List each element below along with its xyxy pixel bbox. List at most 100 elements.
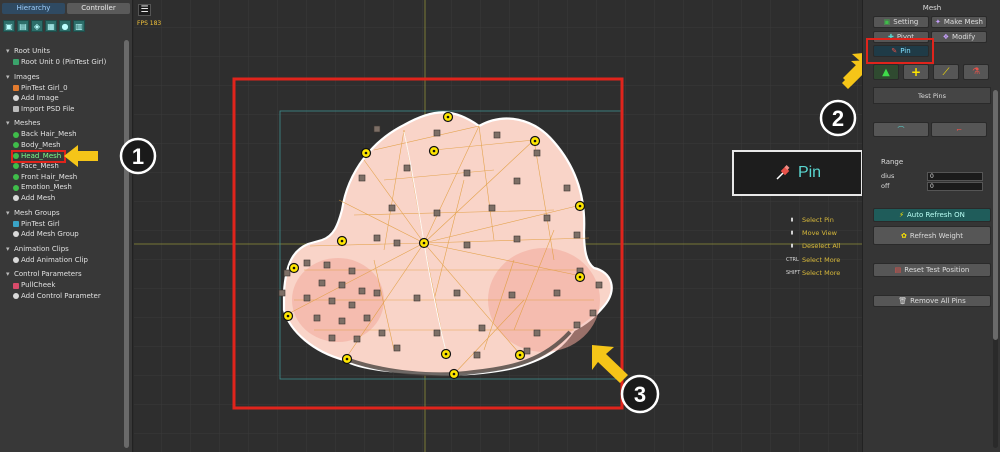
list-item[interactable]: PinTest Girl: [6, 219, 124, 230]
falloff-label: off: [881, 182, 890, 190]
cursor-icon: ▲: [882, 66, 890, 78]
tab-make-mesh[interactable]: ✦ Make Mesh: [931, 16, 987, 28]
lightning-icon: ⚡: [899, 211, 905, 219]
pin-callout: Pin: [732, 150, 862, 196]
radius-field[interactable]: 0: [927, 172, 983, 181]
list-item[interactable]: Add Control Parameter: [6, 291, 124, 302]
item-label: Emotion_Mesh: [21, 183, 72, 192]
weight-icon: ✿: [901, 231, 907, 240]
section-title[interactable]: Meshes: [6, 118, 124, 129]
mesh-editor-canvas[interactable]: 3 ☰ FPS 183 ▮ Select Pin ▮ Move View ▮ Dese…: [134, 0, 862, 452]
item-label: Add Mesh: [21, 193, 56, 202]
section-title[interactable]: Mesh Groups: [6, 208, 124, 219]
step-2-badge: 2: [819, 99, 857, 137]
list-item[interactable]: PinTest Girl_0: [6, 83, 124, 94]
item-label: Add Animation Clip: [21, 255, 88, 264]
list-item[interactable]: Root Unit 0 (PinTest Girl): [6, 57, 124, 68]
pin-tab-highlight: [866, 38, 934, 64]
tab-setting[interactable]: ▣ Setting: [873, 16, 929, 28]
list-item[interactable]: Import PSD File: [6, 104, 124, 115]
make-mesh-icon: ✦: [935, 18, 941, 26]
svg-text:3: 3: [634, 382, 646, 407]
tab-controller[interactable]: Controller: [67, 3, 130, 14]
test-pin-tool-button[interactable]: ⚗: [963, 64, 989, 80]
tab-modify[interactable]: ❖ Modify: [931, 31, 987, 43]
section-title[interactable]: Animation Clips: [6, 244, 124, 255]
menu-button[interactable]: ☰: [138, 4, 151, 16]
toggle-label: Auto Refresh ON: [907, 211, 965, 219]
list-item[interactable]: Emotion_Mesh: [6, 182, 124, 193]
section-title[interactable]: Root Units: [6, 46, 124, 57]
mouse-left-icon: ▮: [790, 216, 794, 223]
mesh-icon: [13, 142, 19, 149]
unit-filter-icon[interactable]: ▣: [3, 20, 15, 32]
remove-all-pins-button[interactable]: 🗑 Remove All Pins: [873, 295, 991, 307]
link-icon: ⟋: [942, 66, 950, 78]
param-filter-icon[interactable]: ▥: [73, 20, 85, 32]
legend-label: Move View: [802, 228, 837, 237]
list-item[interactable]: PullCheek: [6, 280, 124, 291]
link-pin-tool-button[interactable]: ⟋: [933, 64, 959, 80]
list-item[interactable]: Add Mesh: [6, 193, 124, 204]
mesh-icon: [13, 131, 19, 138]
test-pins-button[interactable]: Test Pins: [873, 87, 991, 104]
section-title[interactable]: Images: [6, 72, 124, 83]
pin-callout-label: Pin: [797, 164, 822, 181]
section-root-units: Root Units Root Unit 0 (PinTest Girl): [6, 46, 124, 68]
item-label: Import PSD File: [21, 104, 75, 113]
tab-label: Setting: [893, 18, 919, 26]
add-icon: [13, 195, 19, 202]
reset-test-position-button[interactable]: ▤ Reset Test Position: [873, 263, 991, 277]
list-item[interactable]: Add Image: [6, 93, 124, 104]
auto-refresh-toggle[interactable]: ⚡ Auto Refresh ON: [873, 208, 991, 222]
linear-tangent-button[interactable]: ⌐: [931, 122, 987, 137]
image-filter-icon[interactable]: ▤: [17, 20, 29, 32]
param-icon: [13, 282, 19, 289]
scrollbar-thumb[interactable]: [993, 90, 998, 340]
tab-label: Modify: [952, 33, 976, 41]
list-item[interactable]: Add Animation Clip: [6, 255, 124, 266]
hierarchy-scrollbar[interactable]: [124, 40, 129, 448]
legend-row: ▮ Move View: [786, 226, 840, 239]
animation-filter-icon[interactable]: ●: [59, 20, 71, 32]
falloff-field[interactable]: 0: [927, 182, 983, 191]
button-label: Reset Test Position: [904, 266, 970, 274]
item-label: PullCheek: [21, 281, 56, 290]
select-tool-button[interactable]: ▲: [873, 64, 899, 80]
section-title[interactable]: Control Parameters: [6, 269, 124, 280]
curve-tangent-button[interactable]: ⌒: [873, 122, 929, 137]
mesh-inspector-panel: Mesh ▣ Setting ✦ Make Mesh ✚ Pivot ❖ Modify …: [862, 0, 1000, 452]
refresh-weight-button[interactable]: ✿ Refresh Weight: [873, 226, 991, 245]
legend-row: SHIFT Select More: [786, 266, 840, 279]
list-item[interactable]: Back Hair_Mesh: [6, 129, 124, 140]
legend-label: Select More: [802, 255, 841, 264]
flask-icon: ⚗: [971, 67, 981, 77]
hierarchy-toolbar: ▣ ▤ ◈ ▦ ● ▥ ⇅: [3, 20, 147, 32]
reset-icon: ▤: [894, 266, 902, 274]
list-item[interactable]: Add Mesh Group: [6, 229, 124, 240]
legend-label: Select More: [802, 268, 841, 277]
group-filter-icon[interactable]: ▦: [45, 20, 57, 32]
section-mesh-groups: Mesh Groups PinTest Girl Add Mesh Group: [6, 208, 124, 240]
hierarchy-tree: Root Units Root Unit 0 (PinTest Girl) Im…: [6, 46, 124, 306]
add-pin-tool-button[interactable]: +: [903, 64, 929, 80]
canvas-viewport[interactable]: 3: [134, 0, 862, 452]
add-icon: [13, 293, 19, 300]
inspector-scrollbar[interactable]: [993, 90, 998, 448]
tab-hierarchy[interactable]: Hierarchy: [2, 3, 65, 14]
step-1-badge: 1: [119, 137, 157, 175]
mesh-filter-icon[interactable]: ◈: [31, 20, 43, 32]
svg-text:2: 2: [832, 106, 844, 131]
item-label: Back Hair_Mesh: [21, 130, 77, 139]
setting-icon: ▣: [883, 18, 891, 26]
list-item[interactable]: Front Hair_Mesh: [6, 172, 124, 183]
pin-icon: [776, 165, 790, 180]
fps-counter: FPS 183: [137, 20, 162, 27]
scrollbar-thumb[interactable]: [124, 40, 129, 448]
mesh-icon: [13, 184, 19, 191]
hierarchy-tabs: Hierarchy Controller: [2, 3, 130, 14]
radius-label: dius: [881, 172, 895, 180]
item-label: Add Image: [21, 94, 59, 103]
legend-label: Deselect All: [802, 242, 841, 251]
modify-icon: ❖: [942, 33, 950, 41]
